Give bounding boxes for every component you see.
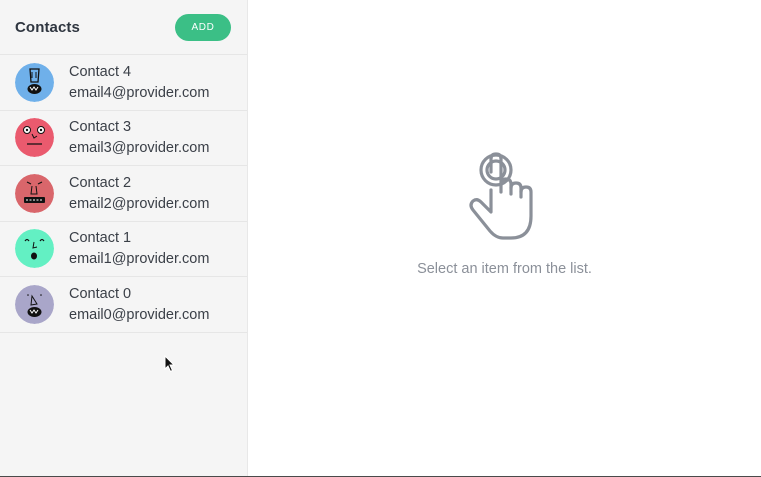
mouse-cursor-icon: [164, 354, 176, 378]
avatar: [15, 229, 54, 269]
contact-name: Contact 3: [69, 119, 132, 136]
contact-email: email1@provider.com: [69, 251, 210, 268]
contact-name: Contact 0: [69, 285, 132, 302]
contact-item-0[interactable]: Contact 0 email0@provider.com: [0, 277, 247, 333]
contact-email: email2@provider.com: [69, 195, 210, 212]
app-window: Contacts ADD Contact 4 email4@provider.c…: [0, 0, 761, 477]
contact-email: email3@provider.com: [69, 140, 210, 157]
contact-email: email0@provider.com: [69, 306, 210, 323]
empty-state-message: Select an item from the list.: [417, 261, 592, 277]
pointing-hand-icon: [465, 150, 545, 249]
empty-state: Select an item from the list.: [248, 150, 761, 277]
contact-email: email4@provider.com: [69, 84, 210, 101]
avatar: [15, 118, 54, 158]
contact-list: Contact 4 email4@provider.com Contact 3 …: [0, 55, 247, 333]
avatar: [15, 284, 54, 324]
add-contact-button[interactable]: ADD: [175, 13, 231, 41]
sidebar-title: Contacts: [15, 18, 80, 36]
contact-text: Contact 4 email4@provider.com: [69, 62, 209, 103]
contact-text: Contact 3 email3@provider.com: [69, 117, 209, 158]
contact-text: Contact 1 email1@provider.com: [69, 228, 209, 269]
contact-item-3[interactable]: Contact 3 email3@provider.com: [0, 111, 247, 166]
contact-name: Contact 1: [69, 230, 132, 247]
contact-item-2[interactable]: Contact 2 email2@provider.com: [0, 166, 247, 222]
contact-name: Contact 2: [69, 174, 132, 191]
avatar: [15, 173, 54, 213]
detail-pane: Select an item from the list.: [248, 0, 761, 476]
avatar: [15, 62, 54, 102]
sidebar-header: Contacts ADD: [0, 0, 247, 55]
sidebar: Contacts ADD Contact 4 email4@provider.c…: [0, 0, 248, 476]
contact-name: Contact 4: [69, 63, 132, 80]
contact-text: Contact 2 email2@provider.com: [69, 173, 209, 214]
contact-item-1[interactable]: Contact 1 email1@provider.com: [0, 222, 247, 277]
contact-item-4[interactable]: Contact 4 email4@provider.com: [0, 55, 247, 111]
contact-text: Contact 0 email0@provider.com: [69, 284, 209, 325]
